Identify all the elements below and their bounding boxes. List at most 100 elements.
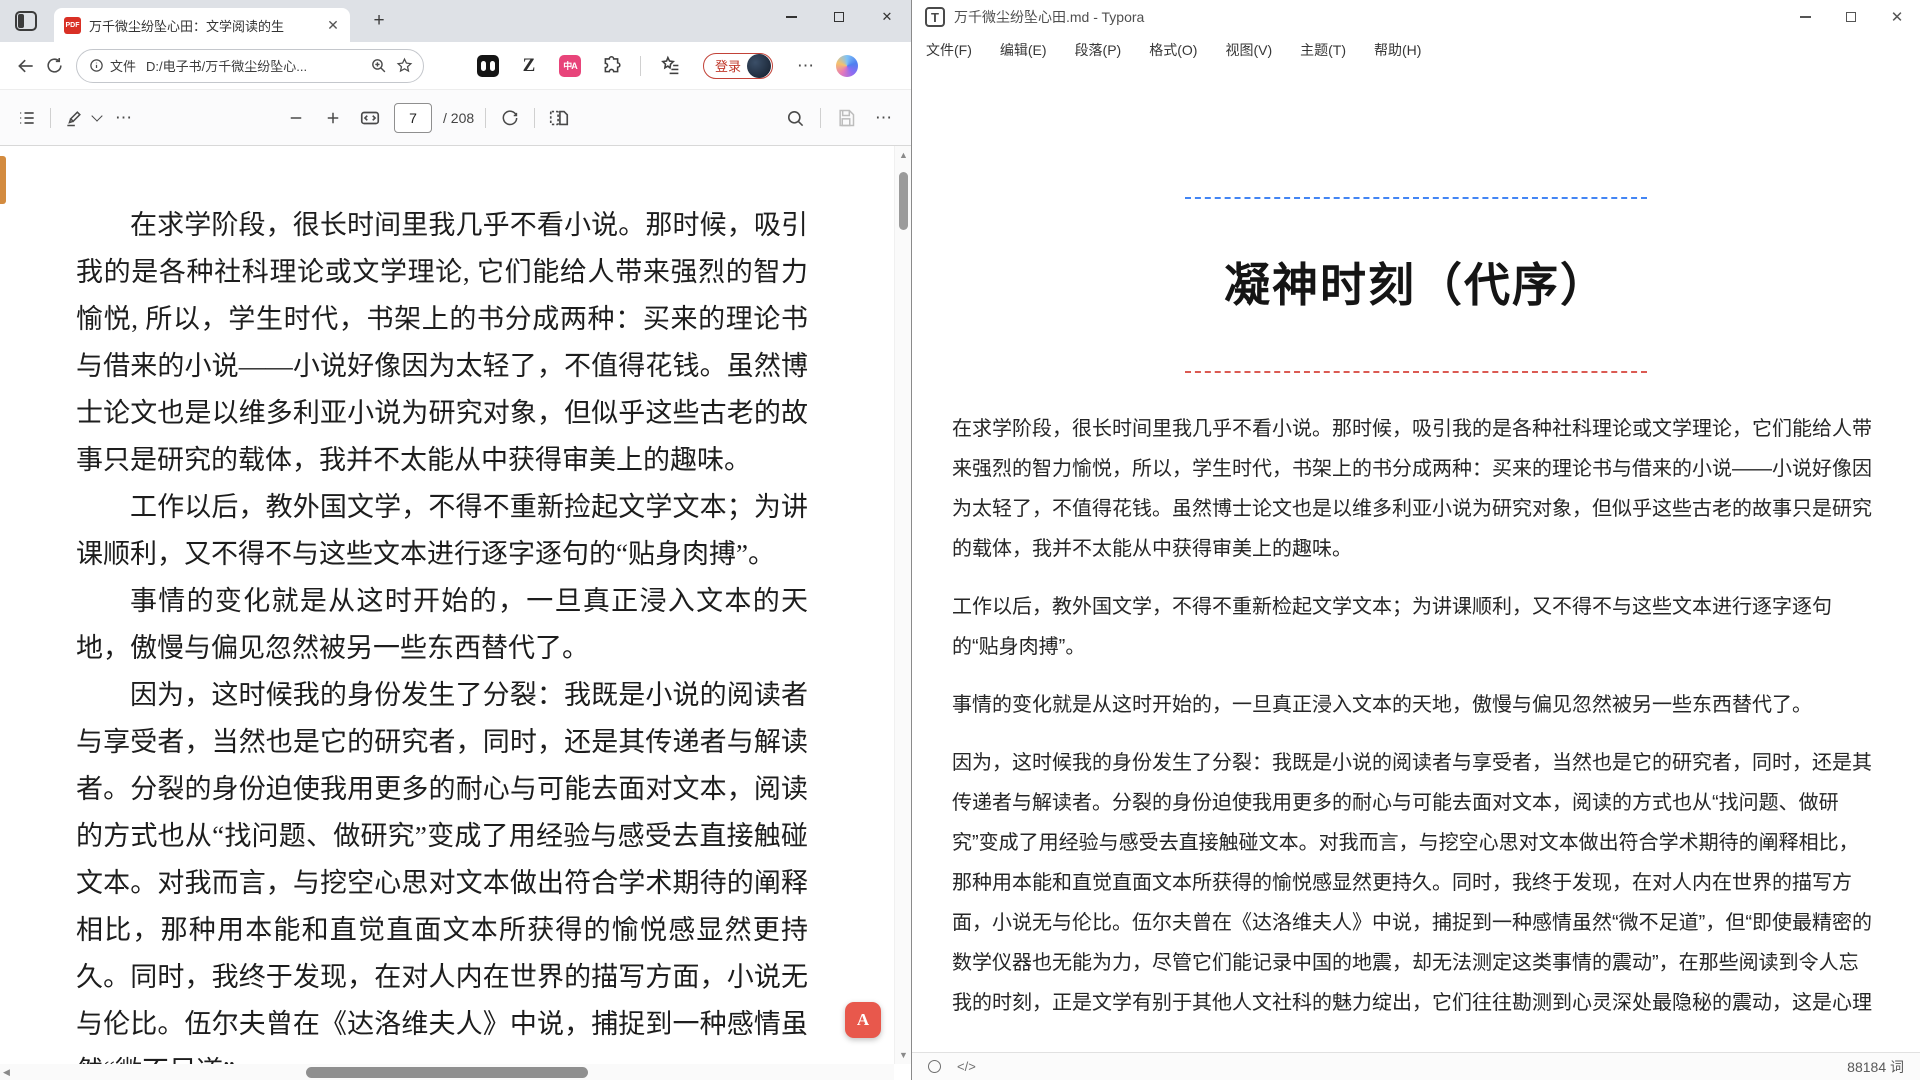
tab-close-icon[interactable]: ✕	[324, 16, 342, 34]
menu-view[interactable]: 视图(V)	[1225, 40, 1272, 60]
extensions-puzzle-icon[interactable]	[599, 54, 623, 78]
document-body: 在求学阶段，很长时间里我几乎不看小说。那时候，吸引我的是各种社科理论或文学理论，…	[952, 409, 1876, 1023]
fit-to-width-icon[interactable]	[357, 105, 383, 131]
typora-minimize-button[interactable]	[1782, 0, 1828, 34]
md-paragraph[interactable]: 因为，这时候我的身份发生了分裂：我既是小说的阅读者与享受者，当然也是它的研究者，…	[952, 743, 1876, 1023]
minimize-icon	[1800, 16, 1811, 18]
maximize-button[interactable]	[815, 0, 863, 34]
typora-editor-area[interactable]: 凝神时刻（代序） 在求学阶段，很长时间里我几乎不看小说。那时候，吸引我的是各种社…	[912, 66, 1920, 1052]
pdf-save-icon[interactable]	[833, 105, 859, 131]
active-tab[interactable]: PDF 万千微尘纷坠心田：文学阅读的生 ✕	[54, 8, 350, 42]
pdf-search-icon[interactable]	[782, 105, 808, 131]
page-number-input[interactable]	[394, 103, 432, 133]
browser-settings-more-icon[interactable]: ⋯	[794, 54, 818, 78]
pdf-toolbar-left-group: ⋯	[14, 105, 137, 131]
md-paragraph[interactable]: 工作以后，教外国文学，不得不重新检起文学文本；为讲课顺利，又不得不与这些文本进行…	[952, 587, 1876, 667]
page-view-icon[interactable]	[546, 105, 572, 131]
document-heading[interactable]: 凝神时刻（代序）	[912, 249, 1920, 315]
edge-browser-window: PDF 万千微尘纷坠心田：文学阅读的生 ✕ + ✕ 文件 D:/电子书/万	[0, 0, 911, 1080]
zotero-extension-icon[interactable]: Z	[517, 54, 541, 78]
pdf-highlighter-icon[interactable]	[61, 105, 87, 131]
tab-title: 万千微尘纷坠心田：文学阅读的生	[89, 16, 324, 35]
tab-actions-menu-icon[interactable]	[15, 11, 37, 31]
toolbar-divider	[640, 56, 641, 76]
pdf-vertical-scrollbar[interactable]: ▲ ▼	[894, 146, 911, 1064]
extension-icons-row: Z 中A 登录 ⋯	[476, 53, 859, 79]
login-label: 登录	[715, 56, 741, 75]
minimize-button[interactable]	[767, 0, 815, 34]
pdf-toolbar: ⋯ / 208	[0, 90, 911, 146]
typora-close-button[interactable]: ✕	[1874, 0, 1920, 34]
md-paragraph[interactable]: 事情的变化就是从这时开始的，一旦真正浸入文本的天地，傲慢与偏见忽然被另一些东西替…	[952, 685, 1876, 725]
sidebar-accent-handle[interactable]	[0, 156, 6, 204]
pdf-toolbar-divider	[50, 108, 51, 128]
panda-eyes-icon	[477, 55, 499, 77]
copilot-icon[interactable]	[835, 54, 859, 78]
menu-paragraph[interactable]: 段落(P)	[1075, 40, 1122, 60]
typora-menubar: 文件(F) 编辑(E) 段落(P) 格式(O) 视图(V) 主题(T) 帮助(H…	[912, 34, 1920, 66]
typora-maximize-button[interactable]	[1828, 0, 1874, 34]
highlighter-chevron-down-icon[interactable]	[91, 110, 102, 121]
menu-help[interactable]: 帮助(H)	[1374, 40, 1421, 60]
refresh-icon[interactable]	[40, 52, 68, 80]
dark-extension-icon[interactable]	[476, 54, 500, 78]
pdf-paragraph: 事情的变化就是从这时开始的，一旦真正浸入文本的天地，傲慢与偏见忽然被另一些东西替…	[76, 578, 808, 672]
menu-theme[interactable]: 主题(T)	[1300, 40, 1346, 60]
pdf-paragraph: 在求学阶段，很长时间里我几乎不看小说。那时候，吸引我的是各种社科理论或文学理论,…	[76, 202, 808, 484]
front-matter-rule-bottom	[1185, 371, 1647, 373]
source-code-mode-icon[interactable]: </>	[957, 1059, 976, 1074]
url-scheme-label: 文件	[110, 56, 136, 75]
translate-zh-en-icon: 中A	[559, 55, 581, 77]
tab-strip: PDF 万千微尘纷坠心田：文学阅读的生 ✕ + ✕	[0, 0, 911, 42]
collections-icon[interactable]	[658, 54, 682, 78]
close-button[interactable]: ✕	[863, 0, 911, 34]
edge-window-controls: ✕	[767, 0, 911, 34]
copilot-logo	[836, 55, 858, 77]
word-count-label: 88184 词	[1847, 1057, 1904, 1077]
menu-format[interactable]: 格式(O)	[1149, 40, 1197, 60]
browser-toolbar: 文件 D:/电子书/万千微尘纷坠心... Z 中A	[0, 42, 911, 90]
pdf-more-icon[interactable]: ⋯	[871, 105, 897, 131]
md-paragraph[interactable]: 在求学阶段，很长时间里我几乎不看小说。那时候，吸引我的是各种社科理论或文学理论，…	[952, 409, 1876, 569]
typora-logo-icon: T	[925, 7, 945, 27]
menu-file[interactable]: 文件(F)	[926, 40, 972, 60]
new-tab-button[interactable]: +	[366, 9, 392, 35]
info-icon	[89, 58, 104, 73]
screenshot-stage: PDF 万千微尘纷坠心田：文学阅读的生 ✕ + ✕ 文件 D:/电子书/万	[0, 0, 1920, 1080]
pdf-annotate-more-icon[interactable]: ⋯	[111, 105, 137, 131]
scroll-down-icon[interactable]: ▼	[895, 1050, 911, 1060]
zoom-out-icon[interactable]	[283, 105, 309, 131]
translate-extension-icon[interactable]: 中A	[558, 54, 582, 78]
typora-window-title: 万千微尘纷坠心田.md - Typora	[954, 7, 1144, 27]
rotate-icon[interactable]	[497, 105, 523, 131]
pdf-favicon-icon: PDF	[64, 17, 81, 34]
pdf-toolbar-divider	[485, 108, 486, 128]
maximize-icon	[1846, 12, 1856, 22]
back-icon[interactable]	[12, 52, 40, 80]
scroll-left-icon[interactable]: ◀	[3, 1067, 10, 1078]
login-button[interactable]: 登录	[703, 53, 773, 79]
horizontal-scroll-thumb[interactable]	[306, 1067, 588, 1078]
typora-statusbar: </> 88184 词	[912, 1052, 1920, 1080]
address-bar[interactable]: 文件 D:/电子书/万千微尘纷坠心...	[76, 49, 424, 83]
pdf-page-area: 在求学阶段，很长时间里我几乎不看小说。那时候，吸引我的是各种社科理论或文学理论,…	[0, 146, 911, 1080]
zoom-in-icon[interactable]	[320, 105, 346, 131]
typora-titlebar: T 万千微尘纷坠心田.md - Typora ✕	[912, 0, 1920, 34]
zoom-in-page-icon[interactable]	[370, 57, 387, 74]
outline-toggle-icon[interactable]	[928, 1060, 941, 1073]
vertical-scroll-thumb[interactable]	[899, 172, 908, 230]
url-text: D:/电子书/万千微尘纷坠心...	[146, 56, 370, 75]
front-matter-rule-top	[1185, 197, 1647, 199]
acrobat-extension-button[interactable]: A	[845, 1002, 881, 1038]
pdf-paragraph: 工作以后，教外国文学，不得不重新捡起文学文本；为讲课顺利，又不得不与这些文本进行…	[76, 484, 808, 578]
pdf-toolbar-center-group: / 208	[283, 90, 572, 146]
scroll-up-icon[interactable]: ▲	[895, 150, 911, 160]
menu-edit[interactable]: 编辑(E)	[1000, 40, 1047, 60]
pdf-toc-icon[interactable]	[14, 105, 40, 131]
typora-window-controls: ✕	[1782, 0, 1920, 34]
profile-avatar	[747, 54, 771, 78]
pdf-horizontal-scrollbar[interactable]: ◀	[0, 1064, 894, 1080]
pdf-toolbar-divider	[820, 108, 821, 128]
favorite-star-icon[interactable]	[396, 57, 413, 74]
pdf-toolbar-divider	[534, 108, 535, 128]
